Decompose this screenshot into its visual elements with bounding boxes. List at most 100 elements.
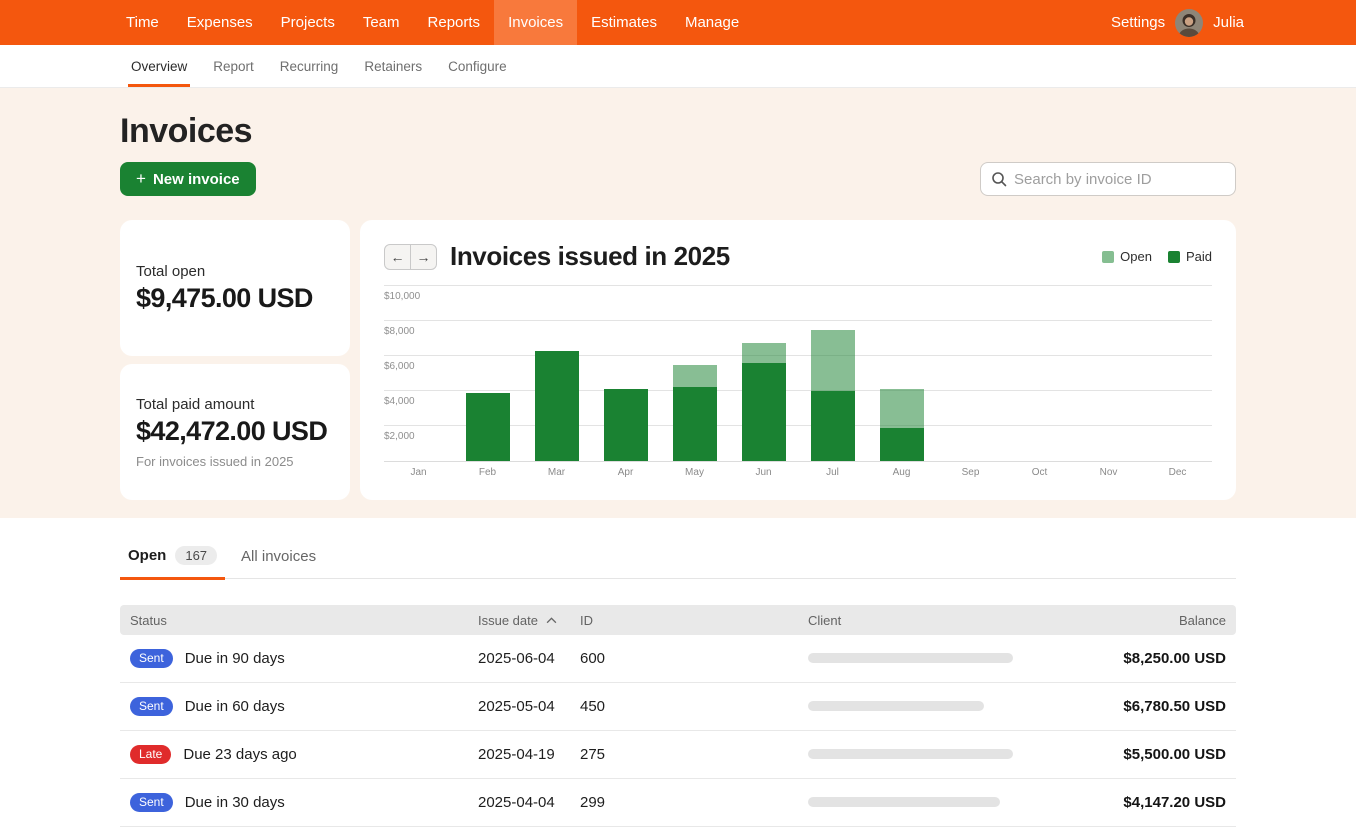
total-open-label: Total open (136, 263, 334, 280)
balance-cell: $4,147.20 USD (1026, 794, 1236, 811)
user-avatar[interactable] (1175, 9, 1203, 37)
paid-bar-segment[interactable] (673, 387, 717, 461)
chart-plot-area: $2,000$4,000$6,000$8,000$10,000 (384, 286, 1212, 461)
bar-slot-feb (453, 286, 522, 461)
topnav-item-projects[interactable]: Projects (267, 0, 349, 45)
status-badge: Sent (130, 697, 173, 716)
bar-stack (811, 330, 855, 461)
x-tick-label: Dec (1143, 467, 1212, 478)
paid-bar-segment[interactable] (535, 351, 579, 461)
client-cell (808, 650, 1026, 667)
x-tick-label: Oct (1005, 467, 1074, 478)
table-row[interactable]: SentDue in 90 days2025-06-04600$8,250.00… (120, 635, 1236, 683)
column-header-client[interactable]: Client (808, 613, 1026, 628)
topnav-item-time[interactable]: Time (112, 0, 173, 45)
subnav-item-overview[interactable]: Overview (128, 45, 190, 87)
paid-bar-segment[interactable] (880, 428, 924, 461)
table-row[interactable]: LateDue 23 days ago2025-04-19275$5,500.0… (120, 731, 1236, 779)
bar-slot-jul (798, 286, 867, 461)
new-invoice-label: New invoice (153, 171, 240, 188)
chart-prev-year-button[interactable]: ← (384, 244, 411, 270)
bar-slot-sep (936, 286, 1005, 461)
paid-bar-segment[interactable] (466, 393, 510, 461)
tab-open-label: Open (128, 547, 166, 564)
client-cell (808, 698, 1026, 715)
secondary-navigation: Overview Report Recurring Retainers Configur… (0, 45, 1356, 88)
bar-stack (604, 389, 648, 461)
open-bar-segment[interactable] (811, 330, 855, 391)
balance-cell: $8,250.00 USD (1026, 650, 1236, 667)
topnav-item-team[interactable]: Team (349, 0, 414, 45)
status-badge: Sent (130, 793, 173, 812)
status-cell: SentDue in 30 days (120, 793, 478, 812)
paid-bar-segment[interactable] (811, 391, 855, 461)
x-tick-label: Aug (867, 467, 936, 478)
user-name-link[interactable]: Julia (1213, 14, 1244, 31)
subnav-item-report[interactable]: Report (210, 45, 257, 87)
topnav-item-expenses[interactable]: Expenses (173, 0, 267, 45)
paid-bar-segment[interactable] (742, 363, 786, 461)
legend-paid-label: Paid (1186, 249, 1212, 264)
search-input[interactable] (1014, 171, 1225, 188)
legend-open-label: Open (1120, 249, 1152, 264)
chart-title: Invoices issued in 2025 (450, 241, 730, 272)
total-paid-card: Total paid amount $42,472.00 USD For inv… (120, 364, 350, 500)
table-body: SentDue in 90 days2025-06-04600$8,250.00… (120, 635, 1236, 827)
column-header-label: Client (808, 613, 841, 628)
subnav-item-configure[interactable]: Configure (445, 45, 510, 87)
balance-cell: $6,780.50 USD (1026, 698, 1236, 715)
table-header-row: Status Issue date IDClient Balance (120, 605, 1236, 635)
bar-stack (880, 389, 924, 461)
column-header-label: Issue date (478, 613, 538, 628)
open-bar-segment[interactable] (673, 365, 717, 387)
bar-slot-dec (1143, 286, 1212, 461)
open-bar-segment[interactable] (880, 389, 924, 428)
column-header-id[interactable]: ID (580, 613, 808, 628)
tab-open[interactable]: Open 167 (120, 546, 225, 580)
total-open-value: $9,475.00 USD (136, 283, 334, 314)
x-tick-label: May (660, 467, 729, 478)
column-header-balance[interactable]: Balance (1026, 613, 1236, 628)
total-open-card: Total open $9,475.00 USD (120, 220, 350, 356)
bar-slot-aug (867, 286, 936, 461)
column-header-issue-date[interactable]: Issue date (478, 613, 580, 628)
status-cell: SentDue in 60 days (120, 697, 478, 716)
chart-next-year-button[interactable]: → (410, 244, 437, 270)
column-header-label: Status (130, 613, 167, 628)
invoices-chart-card: ← → Invoices issued in 2025 Open Paid $2… (360, 220, 1236, 500)
subnav-item-recurring[interactable]: Recurring (277, 45, 342, 87)
topnav-item-estimates[interactable]: Estimates (577, 0, 671, 45)
invoice-id-cell: 275 (580, 746, 808, 763)
column-header-status[interactable]: Status (120, 613, 478, 628)
topnav-item-invoices[interactable]: Invoices (494, 0, 577, 45)
total-paid-value: $42,472.00 USD (136, 416, 334, 447)
total-paid-note: For invoices issued in 2025 (136, 454, 334, 469)
settings-link[interactable]: Settings (1111, 14, 1165, 31)
bar-stack (535, 351, 579, 461)
client-cell (808, 746, 1026, 763)
bar-slot-apr (591, 286, 660, 461)
paid-bar-segment[interactable] (604, 389, 648, 461)
status-badge: Sent (130, 649, 173, 668)
invoice-id-cell: 600 (580, 650, 808, 667)
invoice-list-section: Open 167 All invoices Status Issue date ID… (0, 518, 1356, 827)
table-row[interactable]: SentDue in 30 days2025-04-04299$4,147.20… (120, 779, 1236, 827)
table-row[interactable]: SentDue in 60 days2025-05-04450$6,780.50… (120, 683, 1236, 731)
topnav-right-group: Settings Julia (1111, 0, 1244, 45)
new-invoice-button[interactable]: + New invoice (120, 162, 256, 196)
invoice-id-cell: 450 (580, 698, 808, 715)
due-text: Due in 90 days (185, 650, 285, 667)
x-tick-label: Apr (591, 467, 660, 478)
topnav-item-reports[interactable]: Reports (414, 0, 495, 45)
total-paid-label: Total paid amount (136, 396, 334, 413)
open-bar-segment[interactable] (742, 343, 786, 363)
subnav-item-retainers[interactable]: Retainers (361, 45, 425, 87)
summary-cards-column: Total open $9,475.00 USD Total paid amou… (120, 220, 350, 500)
chart-header: ← → Invoices issued in 2025 Open Paid (384, 241, 1212, 272)
client-cell (808, 794, 1026, 811)
topnav-item-manage[interactable]: Manage (671, 0, 753, 45)
search-box[interactable] (980, 162, 1236, 196)
balance-cell: $5,500.00 USD (1026, 746, 1236, 763)
tab-all-invoices[interactable]: All invoices (233, 548, 324, 580)
x-tick-label: Jun (729, 467, 798, 478)
